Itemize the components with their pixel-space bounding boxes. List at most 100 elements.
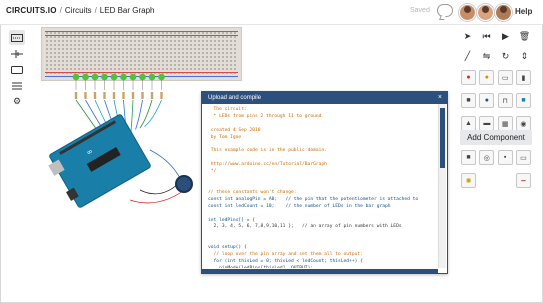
led[interactable] xyxy=(101,73,108,81)
code-line: // loop over the pin array and set them … xyxy=(208,252,363,258)
add-component-button[interactable]: Add Component xyxy=(460,130,532,145)
chip-icon: ▪ xyxy=(503,154,507,161)
wire-icon: ╱ xyxy=(464,50,471,61)
component-bulb[interactable]: ● xyxy=(479,70,495,85)
resistor[interactable] xyxy=(160,92,163,99)
component-arduino[interactable]: ■ xyxy=(515,93,531,108)
wire[interactable] xyxy=(139,183,179,195)
component-resistor[interactable]: ▭ xyxy=(497,70,513,85)
resistor-icon: ▭ xyxy=(520,154,527,162)
led-icon: ● xyxy=(466,74,471,81)
code-panel: Upload and compile × The circuit: * LEDs… xyxy=(201,91,448,274)
code-panel-title: Upload and compile xyxy=(208,95,262,101)
led[interactable] xyxy=(129,73,137,81)
component-switch[interactable]: ▬ xyxy=(479,116,495,131)
resistor[interactable] xyxy=(112,92,116,99)
resistor[interactable] xyxy=(103,92,106,99)
rotate-button[interactable]: ↻ xyxy=(499,50,512,62)
resistor[interactable] xyxy=(150,92,154,99)
code-line: const int analogPin = A0; // the pin tha… xyxy=(208,196,419,202)
flip-button[interactable]: ⇋ xyxy=(480,50,493,62)
horizontal-scrollbar[interactable] xyxy=(202,269,438,273)
wire-tool-button[interactable]: ╱ xyxy=(461,50,474,62)
resistor-icon: ▭ xyxy=(501,74,509,82)
led[interactable] xyxy=(91,73,99,81)
resistor[interactable] xyxy=(74,92,78,99)
component-result[interactable]: ◎ xyxy=(479,150,495,165)
resistor[interactable] xyxy=(93,92,97,99)
component-result[interactable]: ✺ xyxy=(461,173,476,188)
align-button[interactable]: ⇕ xyxy=(518,50,531,62)
skip-back-icon: ⏮ xyxy=(482,30,491,41)
code-line: * LEDs from pins 2 through 11 to ground xyxy=(208,113,322,119)
chip-icon: ■ xyxy=(466,97,471,104)
align-icon: ⇕ xyxy=(520,50,529,61)
battery-icon: ▮ xyxy=(521,74,526,82)
component-result[interactable]: ▭ xyxy=(515,150,531,165)
resistor-icon: ━ xyxy=(521,177,526,185)
close-icon[interactable]: × xyxy=(438,92,442,104)
code-line: for (int thisLed = 0; thisLed < ledCount… xyxy=(208,258,363,264)
component-transistor[interactable]: ▲ xyxy=(461,116,476,131)
led[interactable] xyxy=(110,73,118,81)
resistor[interactable] xyxy=(131,92,135,99)
wire[interactable] xyxy=(135,99,143,130)
code-line: const int ledCount = 10; // the number o… xyxy=(208,203,391,209)
component-result[interactable]: ━ xyxy=(516,173,531,188)
component-result[interactable]: ■ xyxy=(461,150,476,165)
led-group xyxy=(72,73,165,99)
bulb-icon: ● xyxy=(484,74,489,81)
component-chip[interactable]: ■ xyxy=(461,93,476,108)
code-line: */ xyxy=(208,169,217,175)
led[interactable] xyxy=(120,73,127,81)
component-display[interactable]: ▦ xyxy=(497,116,513,131)
wire[interactable] xyxy=(149,149,181,179)
led[interactable] xyxy=(139,73,146,81)
component-speaker[interactable]: ◉ xyxy=(515,116,531,131)
potentiometer[interactable] xyxy=(175,175,193,193)
speaker-icon: ◉ xyxy=(520,120,527,128)
scrollbar-thumb[interactable] xyxy=(440,108,445,168)
code-editor[interactable]: The circuit: * LEDs from pins 2 through … xyxy=(202,104,438,268)
wire[interactable] xyxy=(130,99,134,132)
code-line: The circuit: xyxy=(208,107,247,112)
led[interactable] xyxy=(158,73,165,81)
arduino-icon: ■ xyxy=(521,97,526,104)
potentiometer-icon: ◎ xyxy=(483,154,490,162)
resistor[interactable] xyxy=(141,92,144,99)
component-led[interactable]: ● xyxy=(461,70,476,85)
code-panel-header: Upload and compile × xyxy=(202,92,447,104)
code-line: // these constants won't change: xyxy=(208,189,297,195)
component-capacitor[interactable]: ⊓ xyxy=(497,93,513,108)
delete-button[interactable]: 🗑 xyxy=(518,30,531,42)
switch-icon: ▬ xyxy=(483,120,491,127)
component-results: ■ ◎ ▪ ▭ ✺ ━ xyxy=(461,150,531,196)
flip-icon: ⇋ xyxy=(482,50,491,61)
pointer-button[interactable]: ➤ xyxy=(461,30,474,42)
led[interactable] xyxy=(72,73,80,81)
play-button[interactable]: ▶ xyxy=(499,30,512,42)
right-toolbar: ➤ ⏮ ▶ 🗑 ╱ ⇋ ↻ ⇕ ● ● ▭ ▮ ■ ● ⊓ ■ ▲ ▬ ▦ ◉ xyxy=(461,30,531,139)
resistor[interactable] xyxy=(122,92,125,99)
code-line: This example code is in the public domai… xyxy=(208,148,327,154)
component-result[interactable]: ▪ xyxy=(497,150,513,165)
wire[interactable] xyxy=(144,99,162,127)
code-line: by Tom Igoe xyxy=(208,134,242,140)
resistor[interactable] xyxy=(84,92,87,99)
gear-icon: ✺ xyxy=(465,177,472,185)
vertical-scrollbar[interactable] xyxy=(438,104,446,268)
potentiometer-icon: ● xyxy=(484,97,489,104)
infinity-icon: ∞ xyxy=(85,148,94,157)
cursor-icon: ➤ xyxy=(463,30,472,41)
rewind-button[interactable]: ⏮ xyxy=(480,30,493,42)
code-line: 2, 3, 4, 5, 6, 7,8,9,10,11 }; // an arra… xyxy=(208,224,402,230)
component-battery[interactable]: ▮ xyxy=(515,70,531,85)
code-line: http://www.arduino.cc/en/Tutorial/BarGra… xyxy=(208,162,327,168)
led[interactable] xyxy=(82,73,89,81)
component-potentiometer[interactable]: ● xyxy=(479,93,495,108)
led[interactable] xyxy=(148,73,156,81)
